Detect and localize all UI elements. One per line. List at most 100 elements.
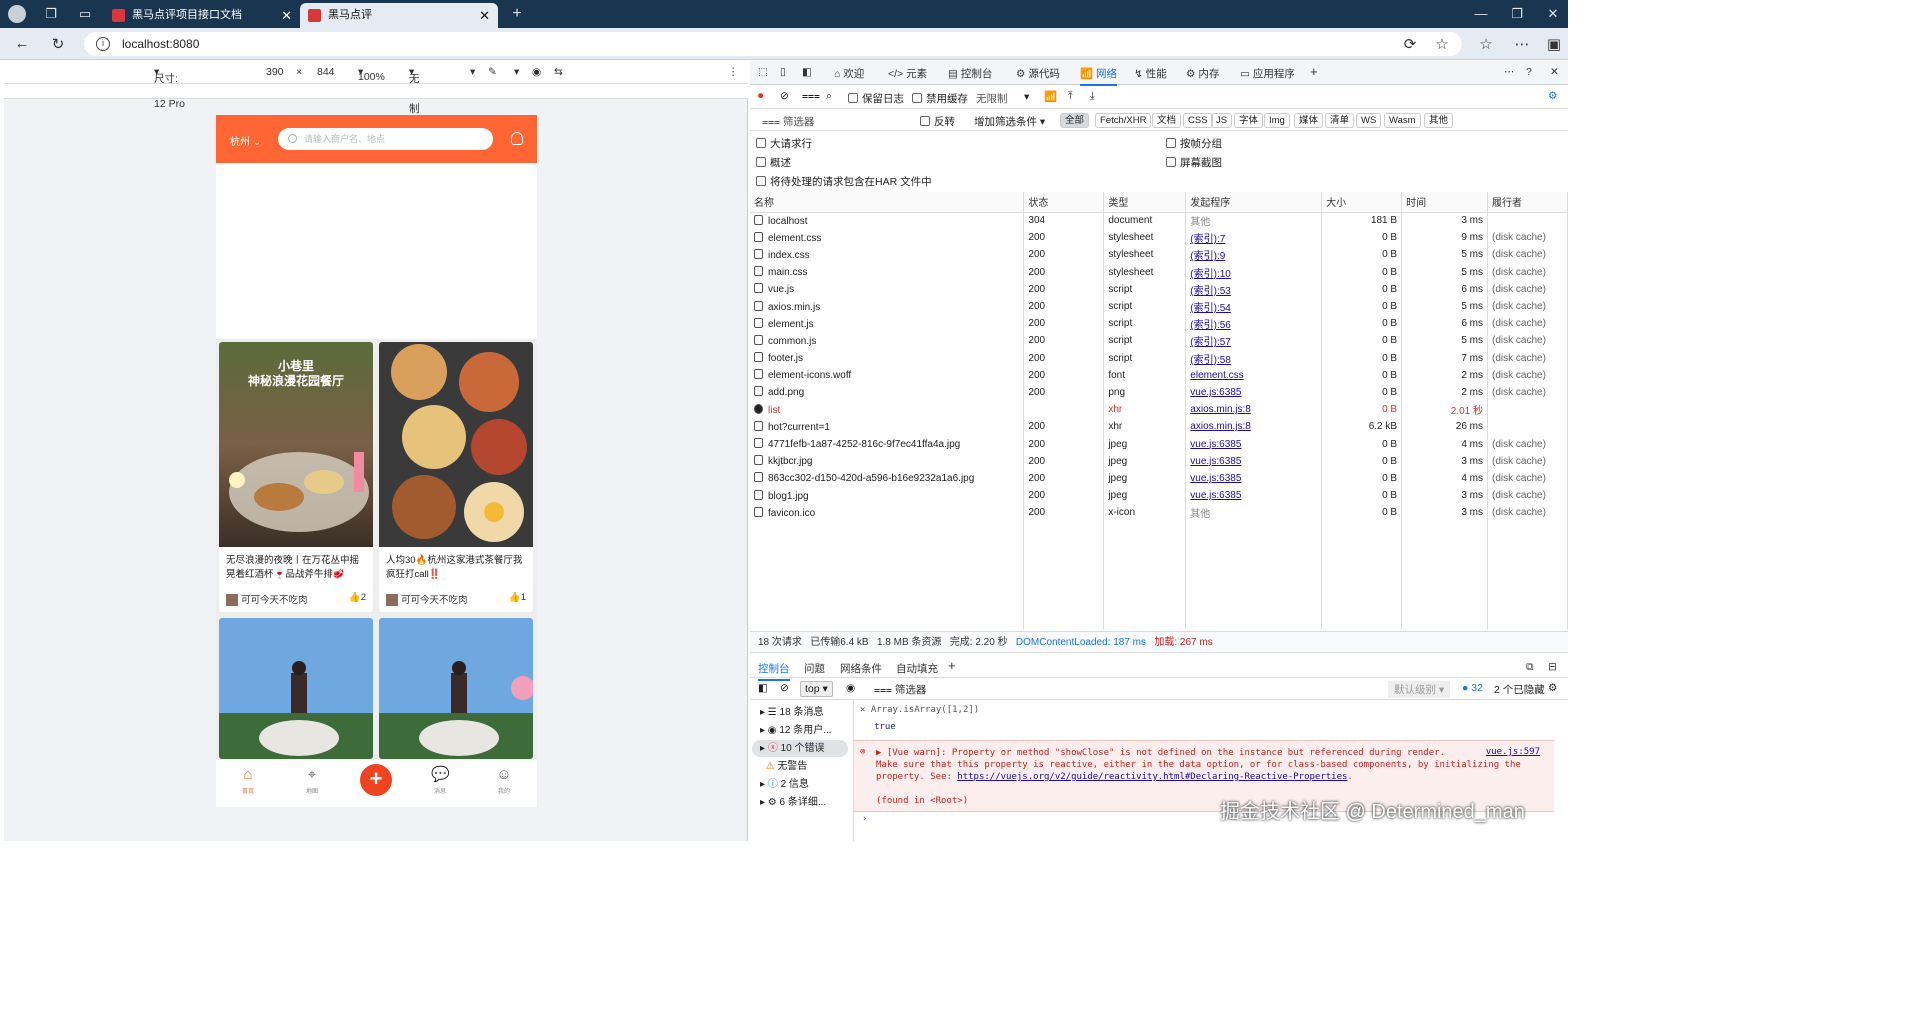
user-icon[interactable] bbox=[511, 132, 523, 145]
cell-initiator[interactable]: (索引):10 bbox=[1185, 263, 1323, 281]
device-toggle-icon[interactable]: ▯ bbox=[780, 66, 786, 78]
blog-card[interactable]: 小巷里 神秘浪漫花园餐厅 无尽浪漫的夜晚丨在万花丛中摇晃着红酒杯🍷品战斧牛排🥩 … bbox=[219, 342, 373, 612]
nav-mine[interactable]: ☺ 我的 bbox=[484, 766, 524, 795]
dock-drawer-icon[interactable]: ⧉ bbox=[1526, 661, 1534, 674]
favorite-star-icon[interactable]: ☆ bbox=[1432, 35, 1452, 53]
filter-chip-fetch[interactable]: Fetch/XHR bbox=[1095, 113, 1152, 128]
back-icon[interactable]: ← bbox=[12, 35, 32, 52]
table-row[interactable]: element.js 200 script (索引):56 0 B 6 ms (disk c… bbox=[750, 315, 1568, 333]
table-row[interactable]: common.js 200 script (索引):57 0 B 5 ms (disk ca… bbox=[750, 332, 1568, 350]
close-window-icon[interactable]: ✕ bbox=[1544, 5, 1562, 23]
sidebar-item-user-messages[interactable]: ▸ ◉ 12 条用户... bbox=[760, 722, 832, 739]
toolbar-more-icon[interactable]: ⋮ bbox=[728, 66, 739, 78]
help-icon[interactable]: ? bbox=[1526, 66, 1532, 78]
column-header[interactable]: 状态 bbox=[1023, 192, 1105, 213]
profile-avatar-icon[interactable] bbox=[8, 5, 26, 23]
network-conditions-icon[interactable]: 📶 bbox=[1044, 90, 1057, 103]
tab-sources[interactable]: ⚙ 源代码 bbox=[1016, 66, 1060, 81]
tab-network[interactable]: 📶 网络 bbox=[1080, 66, 1117, 86]
cell-initiator[interactable]: (索引):56 bbox=[1185, 315, 1323, 333]
sidebar-item-messages[interactable]: ▸ ☰ 18 条消息 bbox=[760, 704, 823, 721]
group-by-frame-checkbox[interactable]: 按帧分组 bbox=[1166, 136, 1222, 151]
like-button[interactable]: 👍1 bbox=[509, 592, 526, 603]
screenshots-checkbox[interactable]: 屏幕截图 bbox=[1166, 155, 1222, 170]
clear-icon[interactable]: ⊘ bbox=[780, 90, 789, 102]
table-row[interactable]: favicon.ico 200 x-icon 其他 0 B 3 ms (disk cache… bbox=[750, 504, 1568, 522]
warning-docs-link[interactable]: https://vuejs.org/v2/guide/reactivity.ht… bbox=[957, 772, 1347, 782]
cell-initiator[interactable]: (索引):58 bbox=[1185, 349, 1323, 367]
log-level-select[interactable]: 默认级别 ▾ bbox=[1388, 681, 1451, 698]
column-header[interactable]: 履行者 bbox=[1487, 192, 1568, 213]
more-dropdown-icon[interactable]: ▾ bbox=[514, 66, 519, 78]
address-input[interactable]: i localhost:8080 bbox=[84, 32, 1462, 56]
column-header[interactable]: 时间 bbox=[1401, 192, 1488, 213]
column-header[interactable]: 名称 bbox=[750, 192, 1025, 213]
drawer-tab-autofill[interactable]: 自动填充 bbox=[896, 661, 938, 676]
dock-icon[interactable]: ◧ bbox=[802, 66, 812, 78]
drawer-tab-network-conditions[interactable]: 网络条件 bbox=[840, 661, 882, 676]
cell-initiator[interactable]: (索引):9 bbox=[1185, 246, 1323, 264]
table-row[interactable]: axios.min.js 200 script (索引):54 0 B 5 ms (disk… bbox=[750, 297, 1568, 316]
big-rows-checkbox[interactable]: 大请求行 bbox=[756, 136, 812, 151]
add-blog-button[interactable]: + bbox=[360, 764, 392, 796]
zoom-select[interactable]: 100% ▾ bbox=[358, 66, 385, 83]
device-height-input[interactable]: 844 bbox=[317, 66, 335, 78]
context-select[interactable]: top ▾ bbox=[800, 681, 833, 697]
tab-elements[interactable]: </> 元素 bbox=[888, 66, 927, 81]
cell-initiator[interactable]: (索引):54 bbox=[1185, 297, 1323, 316]
network-settings-icon[interactable]: ⚙ bbox=[1548, 90, 1557, 102]
filter-chip-wasm[interactable]: Wasm bbox=[1384, 113, 1421, 128]
filter-chip-other[interactable]: 其他 bbox=[1424, 113, 1454, 128]
tab-console[interactable]: ▤ 控制台 bbox=[948, 66, 992, 81]
drawer-tab-issues[interactable]: 问题 bbox=[804, 661, 825, 676]
console-prompt[interactable]: › bbox=[862, 814, 867, 824]
filter-chip-js[interactable]: JS bbox=[1211, 113, 1233, 128]
throttle-select[interactable]: 无限制 bbox=[976, 91, 1008, 106]
table-row[interactable]: list xhr axios.min.js:8 0 B 2.01 秒 bbox=[750, 401, 1568, 419]
table-row[interactable]: vue.js 200 script (索引):53 0 B 6 ms (disk cache… bbox=[750, 280, 1568, 298]
cell-initiator[interactable]: vue.js:6385 bbox=[1185, 383, 1323, 402]
cell-initiator[interactable]: vue.js:6385 bbox=[1185, 452, 1323, 470]
rotate-icon[interactable]: ⇆ bbox=[554, 66, 563, 78]
eye-icon[interactable]: ◉ bbox=[532, 66, 541, 78]
table-row[interactable]: hot?current=1 200 xhr axios.min.js:8 6.2 kB 2… bbox=[750, 418, 1568, 436]
cell-initiator[interactable]: (索引):7 bbox=[1185, 229, 1323, 247]
sidebar-item-verbose[interactable]: ▸ ⚙ 6 条详细... bbox=[760, 794, 826, 811]
sidebar-item-info[interactable]: ▸ ⓘ 2 信息 bbox=[760, 776, 809, 793]
pen-icon[interactable]: ✎ bbox=[488, 66, 497, 78]
close-drawer-icon[interactable]: ⊟ bbox=[1548, 661, 1557, 673]
add-drawer-tab-icon[interactable]: + bbox=[948, 658, 956, 673]
tab-welcome[interactable]: ⌂ 欢迎 bbox=[834, 66, 864, 81]
table-row[interactable]: 4771fefb-1a87-4252-816c-9f7ec41ffa4a.jpg… bbox=[750, 435, 1568, 453]
overview-checkbox[interactable]: 概述 bbox=[756, 155, 791, 170]
filter-chip-font[interactable]: 字体 bbox=[1234, 113, 1264, 128]
reload-icon[interactable]: ↻ bbox=[48, 35, 68, 53]
filter-input[interactable]: ⩶ 筛选器 bbox=[762, 114, 814, 129]
cell-initiator[interactable]: (索引):57 bbox=[1185, 332, 1323, 350]
close-devtools-icon[interactable]: ✕ bbox=[1550, 66, 1559, 78]
record-icon[interactable]: ⏺ bbox=[758, 90, 763, 103]
cell-initiator[interactable]: (索引):53 bbox=[1185, 280, 1323, 298]
table-row[interactable]: element.css 200 stylesheet (索引):7 0 B 9 ms (di… bbox=[750, 229, 1568, 247]
filter-chip-img[interactable]: Img bbox=[1264, 113, 1290, 128]
column-header[interactable]: 大小 bbox=[1321, 192, 1403, 213]
more-filters-button[interactable]: 增加筛选条件 ▾ bbox=[974, 114, 1045, 129]
throttle-select[interactable]: 无限制 ▾ bbox=[409, 66, 420, 115]
filter-chip-doc[interactable]: 文档 bbox=[1152, 113, 1182, 128]
minimize-icon[interactable]: — bbox=[1472, 5, 1490, 23]
more-menu-icon[interactable]: ⋯ bbox=[1512, 35, 1532, 53]
nav-message[interactable]: 💬 消息 bbox=[420, 766, 460, 795]
tab-performance[interactable]: ↯ 性能 bbox=[1134, 66, 1167, 81]
cell-initiator[interactable]: 其他 bbox=[1185, 212, 1323, 230]
table-row[interactable]: element-icons.woff 200 font element.css 0 B 2… bbox=[750, 366, 1568, 384]
blog-card[interactable] bbox=[379, 618, 533, 759]
filter-toggle-icon[interactable]: ⩶ bbox=[802, 90, 820, 103]
tab-application[interactable]: ▭ 应用程序 bbox=[1240, 66, 1295, 81]
throttle-dropdown-icon[interactable]: ▾ bbox=[1024, 91, 1029, 103]
filter-chip-css[interactable]: CSS bbox=[1183, 113, 1213, 128]
disable-cache-checkbox[interactable]: 禁用缓存 bbox=[912, 91, 968, 106]
close-tab-icon[interactable]: ✕ bbox=[479, 3, 490, 28]
invert-checkbox[interactable]: 反转 bbox=[920, 114, 955, 129]
device-size-select[interactable]: 尺寸: iPhone 12 Pro ▾ bbox=[154, 66, 187, 110]
nav-map[interactable]: ⌖ 地图 bbox=[292, 766, 332, 795]
